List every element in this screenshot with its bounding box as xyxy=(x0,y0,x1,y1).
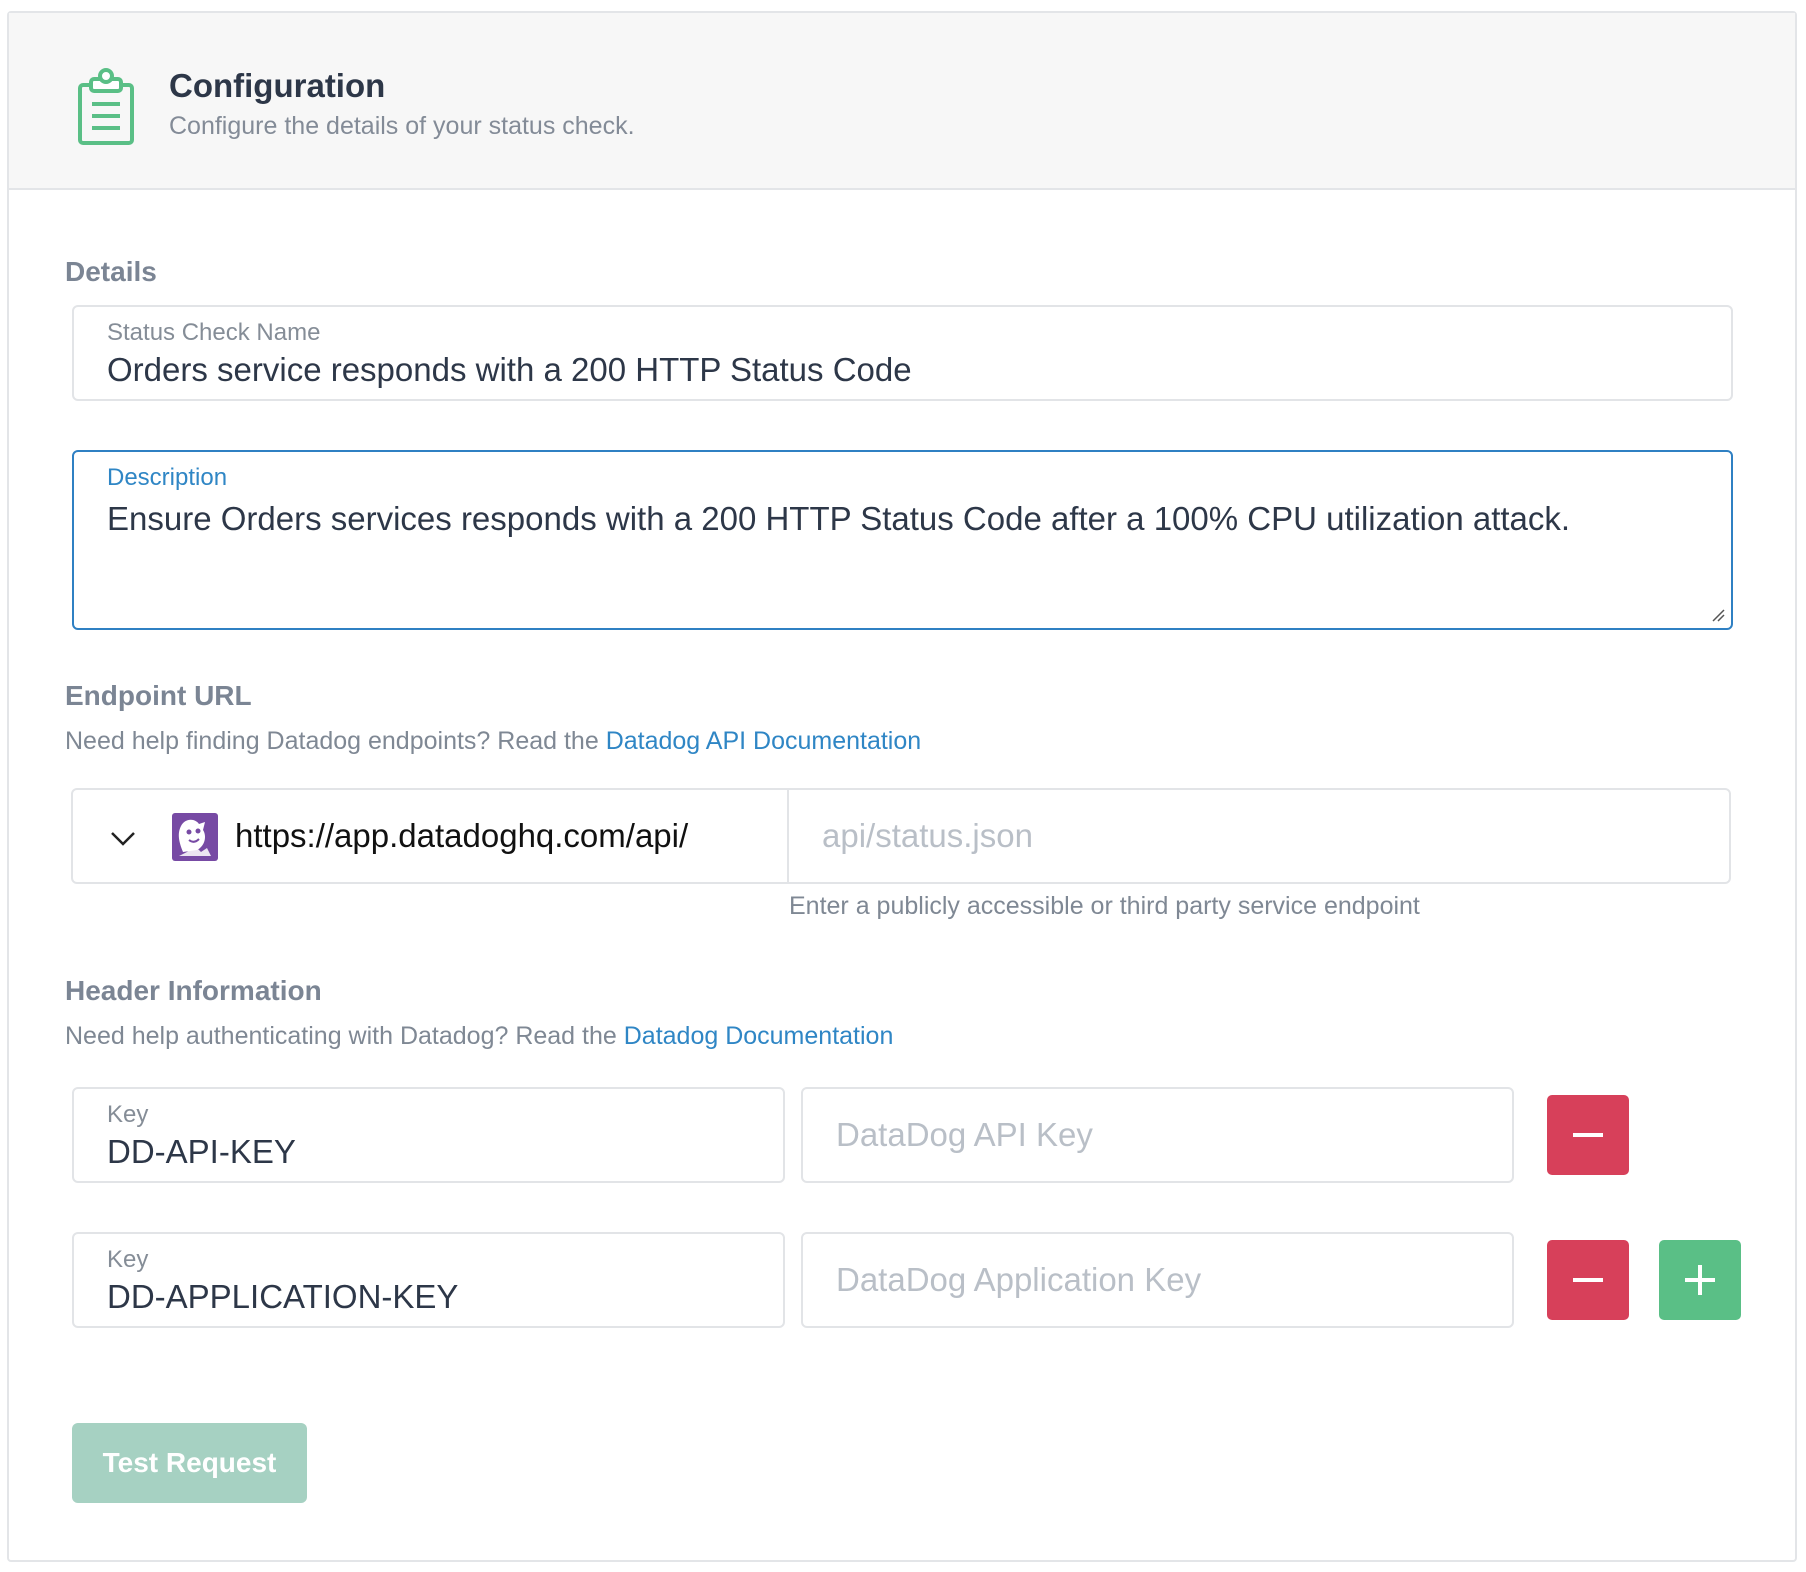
details-section-label: Details xyxy=(65,256,157,287)
endpoint-section-label: Endpoint URL xyxy=(65,680,252,711)
endpoint-path-placeholder: api/status.json xyxy=(822,817,1033,854)
plus-icon xyxy=(1685,1265,1715,1295)
header-value-field[interactable]: DataDog API Key xyxy=(801,1087,1514,1183)
header-key-label: Key xyxy=(107,1246,149,1273)
header-key-label: Key xyxy=(107,1101,149,1128)
datadog-logo-icon xyxy=(172,813,218,861)
header-key-value[interactable]: DD-APPLICATION-KEY xyxy=(107,1278,458,1316)
card-header: Configuration Configure the details of y… xyxy=(9,13,1795,190)
add-header-button[interactable] xyxy=(1659,1240,1741,1320)
minus-icon xyxy=(1573,1133,1603,1137)
page-subtitle: Configure the details of your status che… xyxy=(169,112,635,140)
datadog-docs-link[interactable]: Datadog Documentation xyxy=(624,1022,894,1050)
header-key-field[interactable]: Key DD-APPLICATION-KEY xyxy=(72,1232,785,1328)
endpoint-path-input[interactable]: api/status.json xyxy=(789,790,1729,882)
chevron-down-icon[interactable] xyxy=(109,824,137,852)
header-info-section-label: Header Information xyxy=(65,975,322,1006)
endpoint-url-group: https://app.datadoghq.com/api/ api/statu… xyxy=(71,788,1731,884)
description-value[interactable]: Ensure Orders services responds with a 2… xyxy=(107,500,1570,538)
header-value-placeholder: DataDog Application Key xyxy=(836,1261,1202,1298)
description-label: Description xyxy=(107,464,228,491)
resize-handle-icon[interactable] xyxy=(1711,608,1725,622)
status-check-name-field[interactable]: Status Check Name Orders service respond… xyxy=(72,305,1733,401)
base-url-text: https://app.datadoghq.com/api/ xyxy=(235,817,689,854)
clipboard-icon xyxy=(78,68,134,145)
configuration-card: Configuration Configure the details of y… xyxy=(7,11,1797,1562)
remove-header-button[interactable] xyxy=(1547,1095,1629,1175)
page-title: Configuration xyxy=(169,67,386,104)
header-help-text: Need help authenticating with Datadog? R… xyxy=(65,1022,893,1051)
test-request-button[interactable]: Test Request xyxy=(72,1423,307,1503)
status-check-name-value[interactable]: Orders service responds with a 200 HTTP … xyxy=(107,351,912,389)
status-check-name-label: Status Check Name xyxy=(107,319,321,346)
endpoint-hint: Enter a publicly accessible or third par… xyxy=(789,892,1420,920)
remove-header-button[interactable] xyxy=(1547,1240,1629,1320)
minus-icon xyxy=(1573,1278,1603,1282)
header-help-prefix: Need help authenticating with Datadog? R… xyxy=(65,1022,624,1050)
endpoint-help-text: Need help finding Datadog endpoints? Rea… xyxy=(65,727,921,756)
header-key-value[interactable]: DD-API-KEY xyxy=(107,1133,296,1171)
header-value-field[interactable]: DataDog Application Key xyxy=(801,1232,1514,1328)
description-field[interactable]: Description Ensure Orders services respo… xyxy=(72,450,1733,630)
header-value-placeholder: DataDog API Key xyxy=(836,1116,1093,1153)
endpoint-help-prefix: Need help finding Datadog endpoints? Rea… xyxy=(65,727,606,755)
datadog-api-docs-link[interactable]: Datadog API Documentation xyxy=(606,727,921,755)
header-key-field[interactable]: Key DD-API-KEY xyxy=(72,1087,785,1183)
base-url-select[interactable]: https://app.datadoghq.com/api/ xyxy=(73,790,789,882)
